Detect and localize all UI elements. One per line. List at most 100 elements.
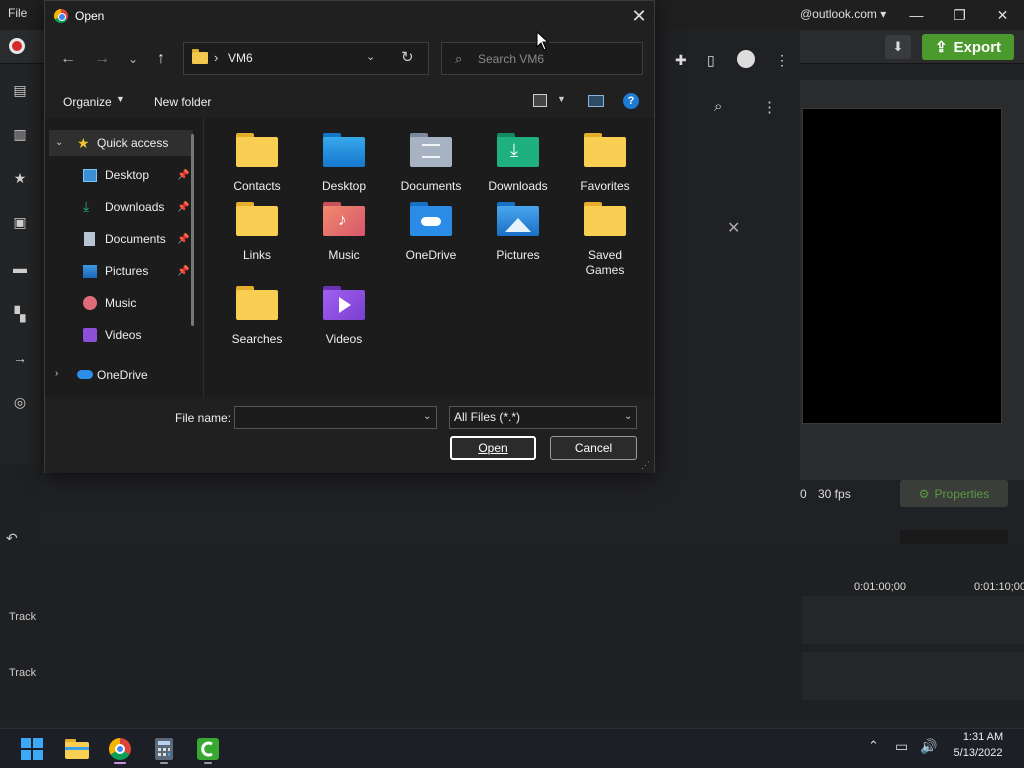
file-name-input[interactable] [239, 409, 409, 426]
library-icon[interactable]: ▥ [10, 126, 30, 142]
file-item-pictures[interactable]: Pictures [475, 202, 561, 263]
dialog-titlebar[interactable]: Open ✕ [45, 1, 654, 32]
breadcrumb-path[interactable]: VM6 [228, 51, 253, 65]
new-folder-button[interactable]: New folder [154, 95, 211, 109]
network-icon[interactable]: ▭ [895, 738, 908, 755]
search-icon[interactable]: ⌕ [714, 98, 722, 115]
file-type-select[interactable]: All Files (*.*) ⌄ [449, 406, 637, 429]
file-item-contacts[interactable]: Contacts [214, 133, 300, 194]
chevron-down-icon[interactable]: ⌄ [423, 411, 431, 422]
recent-locations-chevron-icon[interactable]: ⌄ [122, 49, 144, 69]
chrome-taskbar-icon[interactable] [104, 733, 136, 765]
help-icon[interactable]: ? [623, 93, 639, 109]
chevron-down-icon[interactable]: ▼ [116, 94, 125, 104]
preview-pane-icon[interactable] [588, 95, 604, 107]
preview-canvas[interactable] [802, 108, 1002, 424]
desktop-icon [83, 169, 97, 182]
chevron-down-icon[interactable]: ⌄ [624, 411, 632, 422]
file-item-onedrive[interactable]: OneDrive [388, 202, 474, 263]
nav-item-music[interactable]: Music [81, 290, 191, 316]
volume-icon[interactable]: 🔊 [920, 738, 937, 755]
nav-item-onedrive[interactable]: › OneDrive [49, 362, 193, 388]
record-icon[interactable] [9, 38, 25, 54]
chevron-down-icon[interactable]: ⌄ [55, 137, 63, 148]
open-button[interactable]: Open [450, 436, 536, 460]
file-item-videos[interactable]: Videos [301, 286, 387, 347]
up-arrow-icon[interactable]: ↑ [150, 49, 172, 69]
file-item-favorites[interactable]: Favorites [562, 133, 648, 194]
file-item-links[interactable]: Links [214, 202, 300, 263]
account-label[interactable]: @outlook.com ▾ [800, 7, 886, 21]
file-item-documents[interactable]: Documents [388, 133, 474, 194]
nav-item-desktop[interactable]: Desktop 📌 [81, 162, 191, 188]
annotations-icon[interactable]: ▣ [10, 214, 30, 230]
nav-item-quick-access[interactable]: ⌄ ★ Quick access [49, 130, 193, 156]
fps-label[interactable]: 30 fps [818, 487, 851, 501]
minimize-icon[interactable]: — [895, 0, 938, 30]
resize-grip-icon[interactable]: ⋰ [641, 460, 650, 471]
windows-logo-icon [21, 738, 43, 760]
file-label: Videos [325, 332, 363, 346]
onedrive-folder-icon [410, 202, 452, 236]
transitions-icon[interactable]: ▬ [10, 260, 30, 276]
menu-file[interactable]: File [8, 6, 27, 20]
behaviors-icon[interactable]: ▚ [10, 306, 30, 322]
nav-pane-scrollbar[interactable] [191, 134, 194, 326]
search-input[interactable] [478, 49, 633, 69]
calculator-taskbar-icon[interactable] [148, 733, 180, 765]
cursor-effects-icon[interactable]: ◎ [10, 394, 30, 410]
track-row[interactable] [802, 596, 1024, 644]
chevron-down-icon[interactable]: ▼ [557, 94, 566, 104]
close-icon[interactable]: ✕ [625, 5, 653, 27]
nav-item-videos[interactable]: Videos [81, 322, 191, 348]
address-bar[interactable]: › VM6 ⌄ ↻ [183, 42, 429, 75]
nav-item-downloads[interactable]: ⤓ Downloads 📌 [81, 194, 191, 220]
more-icon[interactable]: ⋮ [762, 98, 777, 116]
extensions-icon[interactable]: ✚ [675, 52, 687, 69]
breadcrumb-separator[interactable]: › [214, 50, 218, 65]
documents-icon [84, 232, 95, 246]
file-name-combobox[interactable]: ⌄ [234, 406, 437, 429]
start-button[interactable] [16, 733, 48, 765]
media-icon[interactable]: ▤ [10, 82, 30, 98]
profile-icon[interactable] [737, 50, 755, 68]
nav-item-pictures[interactable]: Pictures 📌 [81, 258, 191, 284]
properties-button[interactable]: ⚙ Properties [900, 480, 1008, 507]
file-item-saved-games[interactable]: Saved Games [562, 202, 648, 278]
nav-item-documents[interactable]: Documents 📌 [81, 226, 191, 252]
organize-button[interactable]: Organize [63, 95, 112, 109]
file-item-desktop[interactable]: Desktop [301, 133, 387, 194]
clock-time[interactable]: 1:31 AM [958, 731, 1008, 743]
hidden-icons-chevron-icon[interactable]: ⌃ [868, 738, 879, 754]
chevron-down-icon[interactable]: ⌄ [366, 50, 375, 63]
back-arrow-icon[interactable]: ← [57, 49, 79, 69]
close-icon[interactable]: ✕ [981, 0, 1024, 30]
cancel-button[interactable]: Cancel [550, 436, 637, 460]
mouse-pointer-icon [536, 31, 550, 51]
file-item-downloads[interactable]: ⤓ Downloads [475, 133, 561, 194]
background-window-controls: — ❐ ✕ [895, 0, 1024, 30]
camtasia-taskbar-icon[interactable] [192, 733, 224, 765]
refresh-icon[interactable]: ↻ [401, 48, 414, 66]
chevron-right-icon[interactable]: › [55, 368, 58, 379]
animations-icon[interactable]: → [10, 350, 30, 366]
restore-icon[interactable]: ❐ [938, 0, 981, 30]
videos-icon [83, 328, 97, 342]
download-icon[interactable]: ⬇ [885, 35, 911, 59]
file-explorer-taskbar-icon[interactable] [61, 733, 93, 765]
side-panel-icon[interactable]: ▯ [707, 52, 715, 69]
export-button[interactable]: ⇪ Export [922, 34, 1014, 60]
file-label: Favorites [580, 179, 630, 193]
favorites-icon[interactable]: ★ [10, 170, 30, 186]
track-row[interactable] [802, 652, 1024, 700]
undo-icon[interactable]: ↶ [6, 530, 18, 547]
forward-arrow-icon[interactable]: → [91, 49, 113, 69]
close-icon[interactable]: ✕ [727, 218, 740, 238]
camtasia-icon [197, 738, 219, 760]
menu-dots-icon[interactable]: ⋮ [775, 52, 789, 69]
file-item-searches[interactable]: Searches [214, 286, 300, 347]
file-item-music[interactable]: ♪ Music [301, 202, 387, 263]
file-label: OneDrive [405, 248, 457, 262]
view-options-icon[interactable] [533, 94, 547, 107]
clock-date[interactable]: 5/13/2022 [946, 747, 1010, 759]
